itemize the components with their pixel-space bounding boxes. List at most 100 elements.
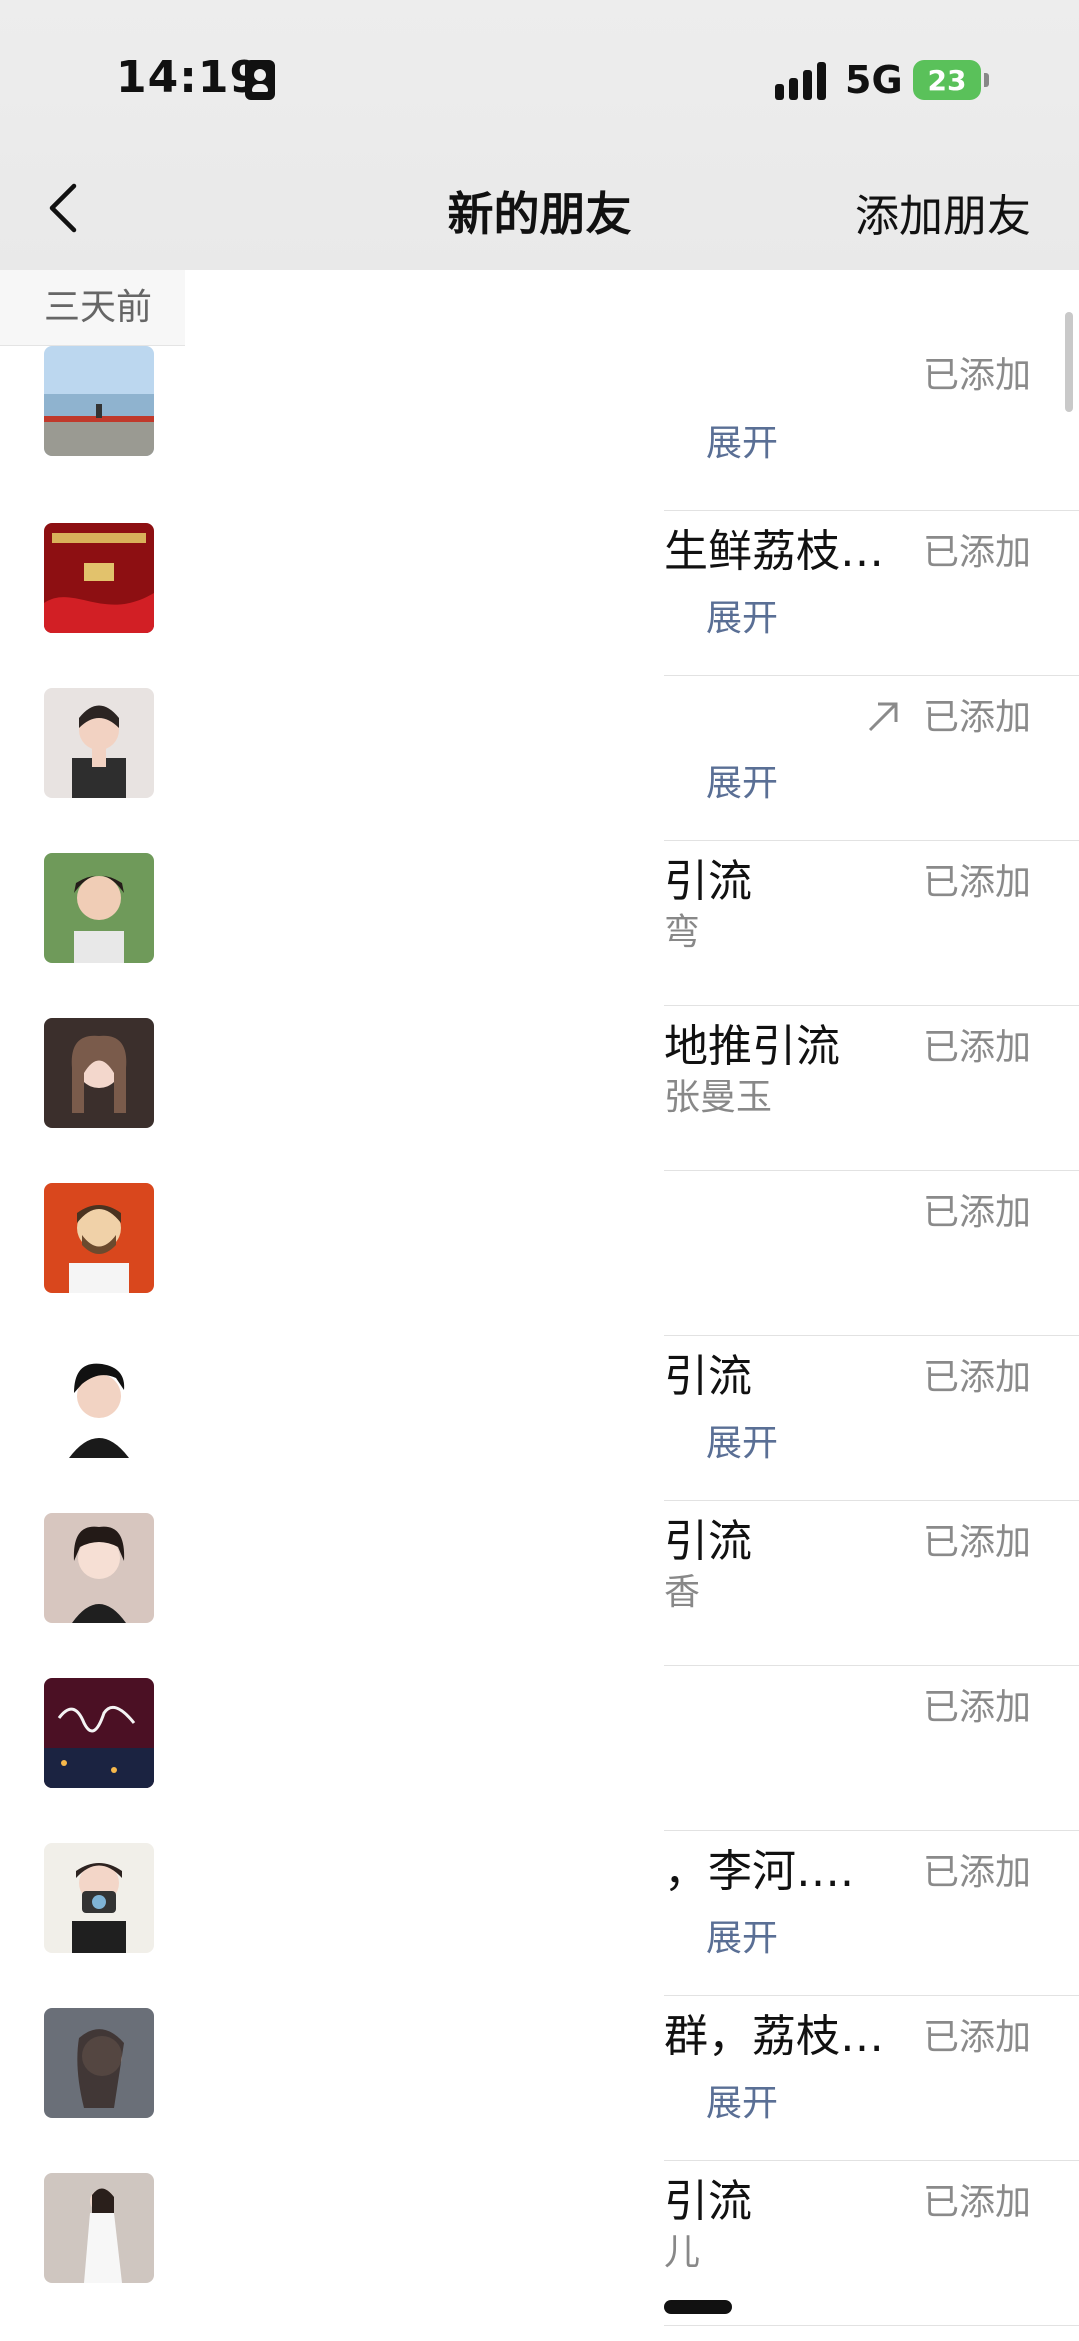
avatar[interactable] xyxy=(44,523,154,633)
expand-link[interactable]: 展开 xyxy=(706,2074,778,2126)
friend-list: 展开 已添加 生鲜荔枝… 展开 已添加 展开 已添加 引流弯已添加 地推引流 张曼玉 已添加 已添加引… xyxy=(0,346,1079,2326)
section-header: 三天前 xyxy=(0,270,185,346)
avatar-image xyxy=(44,853,154,963)
added-status: 已添加 xyxy=(922,1357,1031,1398)
added-status: 已添加 xyxy=(922,1027,1031,1068)
added-status: 已添加 xyxy=(922,697,1031,738)
added-status: 已添加 xyxy=(922,2017,1031,2058)
avatar-image xyxy=(44,1348,154,1458)
friend-info: 引流儿 xyxy=(664,2175,914,2277)
added-status: 已添加 xyxy=(922,1522,1031,1563)
friend-message: 弯 xyxy=(664,912,701,953)
friend-message xyxy=(664,1899,914,1947)
friend-name: ，李河…. xyxy=(664,1846,854,1897)
expand-link[interactable]: 展开 xyxy=(706,414,778,466)
friend-name xyxy=(664,350,914,404)
arrow-up-right-icon xyxy=(864,698,902,736)
friend-info: 引流弯 xyxy=(664,855,914,957)
friend-name xyxy=(664,1185,914,1239)
friend-message xyxy=(664,1734,914,1782)
friend-name: 地推引流 xyxy=(664,1021,840,1072)
friend-name: 群，荔枝… xyxy=(664,2011,884,2062)
avatar[interactable] xyxy=(44,1678,154,1788)
avatar-image xyxy=(44,1183,154,1293)
avatar-image xyxy=(44,2008,154,2118)
avatar[interactable] xyxy=(44,1348,154,1458)
friend-info: ，李河…. xyxy=(664,1845,914,1947)
friend-row[interactable]: 引流儿已添加 xyxy=(0,2161,1079,2326)
friend-info xyxy=(664,1185,914,1287)
avatar[interactable] xyxy=(44,1018,154,1128)
friend-row[interactable]: 引流香已添加 xyxy=(0,1501,1079,1666)
added-status: 已添加 xyxy=(922,1192,1031,1233)
friend-info xyxy=(664,1680,914,1782)
added-status: 已添加 xyxy=(922,1852,1031,1893)
added-status: 已添加 xyxy=(922,862,1031,903)
friend-row[interactable]: 引流展开 已添加 xyxy=(0,1336,1079,1501)
added-status: 已添加 xyxy=(922,1687,1031,1728)
added-status: 已添加 xyxy=(922,355,1031,396)
friend-row[interactable]: 引流弯已添加 xyxy=(0,841,1079,1006)
avatar-image xyxy=(44,1843,154,1953)
avatar-image xyxy=(44,1018,154,1128)
friend-message: 儿 xyxy=(664,2232,701,2273)
friend-name: 引流 xyxy=(664,1351,752,1402)
battery-icon: 23 xyxy=(913,60,989,100)
friend-row[interactable]: 群，荔枝… 展开 已添加 xyxy=(0,1996,1079,2161)
friend-row[interactable]: 地推引流 张曼玉 已添加 xyxy=(0,1006,1079,1171)
friend-message: 香 xyxy=(664,1572,701,1613)
added-status: 已添加 xyxy=(922,2182,1031,2223)
expand-link[interactable]: 展开 xyxy=(706,1414,778,1466)
avatar[interactable] xyxy=(44,688,154,798)
add-friend-button[interactable]: 添加朋友 xyxy=(855,180,1031,244)
friend-row[interactable]: 生鲜荔枝… 展开 已添加 xyxy=(0,511,1079,676)
friend-info: 引流香 xyxy=(664,1515,914,1617)
network-label: 5G xyxy=(845,58,903,102)
home-indicator xyxy=(664,2300,732,2314)
friend-message xyxy=(664,744,914,792)
friend-name: 引流 xyxy=(664,856,752,907)
friend-info: 地推引流 张曼玉 xyxy=(664,1020,914,1122)
friend-info: 生鲜荔枝… xyxy=(664,525,914,627)
avatar[interactable] xyxy=(44,1843,154,1953)
new-friends-screen: 14:19 5G 23 新的朋友 添加朋友 三天前 展开 已添加 生鲜荔枝… 展开 已添… xyxy=(0,0,1079,2341)
friend-name: 引流 xyxy=(664,1516,752,1567)
avatar[interactable] xyxy=(44,2173,154,2283)
friend-row[interactable]: 展开 已添加 xyxy=(0,676,1079,841)
avatar-image xyxy=(44,2173,154,2283)
avatar-image xyxy=(44,1678,154,1788)
avatar[interactable] xyxy=(44,853,154,963)
friend-info: 群，荔枝… xyxy=(664,2010,914,2112)
avatar[interactable] xyxy=(44,2008,154,2118)
avatar[interactable] xyxy=(44,1183,154,1293)
friend-message xyxy=(664,579,914,627)
friend-message xyxy=(664,2064,914,2112)
top-bar: 14:19 5G 23 新的朋友 添加朋友 xyxy=(0,0,1079,270)
friend-info xyxy=(664,350,914,452)
expand-link[interactable]: 展开 xyxy=(706,754,778,806)
contact-card-icon xyxy=(245,60,275,100)
friend-message xyxy=(664,1404,914,1452)
friend-row[interactable]: 展开 已添加 xyxy=(0,346,1079,511)
expand-link[interactable]: 展开 xyxy=(706,589,778,641)
friend-row[interactable]: 已添加 xyxy=(0,1666,1079,1831)
friend-message xyxy=(664,1239,914,1287)
avatar-image xyxy=(44,688,154,798)
expand-link[interactable]: 展开 xyxy=(706,1909,778,1961)
avatar-image xyxy=(44,1513,154,1623)
friend-name: 生鲜荔枝… xyxy=(664,526,884,577)
friend-info: 引流 xyxy=(664,1350,914,1452)
signal-icon xyxy=(775,60,827,100)
friend-row[interactable]: ，李河…. 展开 已添加 xyxy=(0,1831,1079,1996)
friend-message xyxy=(664,404,914,452)
avatar-image xyxy=(44,523,154,633)
added-status: 已添加 xyxy=(922,532,1031,573)
friend-name: 引流 xyxy=(664,2176,752,2227)
avatar[interactable] xyxy=(44,346,154,456)
friend-message: 张曼玉 xyxy=(664,1077,773,1118)
status-time: 14:19 xyxy=(116,52,262,103)
friend-name xyxy=(664,1680,914,1734)
avatar-image xyxy=(44,346,154,456)
avatar[interactable] xyxy=(44,1513,154,1623)
friend-row[interactable]: 已添加 xyxy=(0,1171,1079,1336)
